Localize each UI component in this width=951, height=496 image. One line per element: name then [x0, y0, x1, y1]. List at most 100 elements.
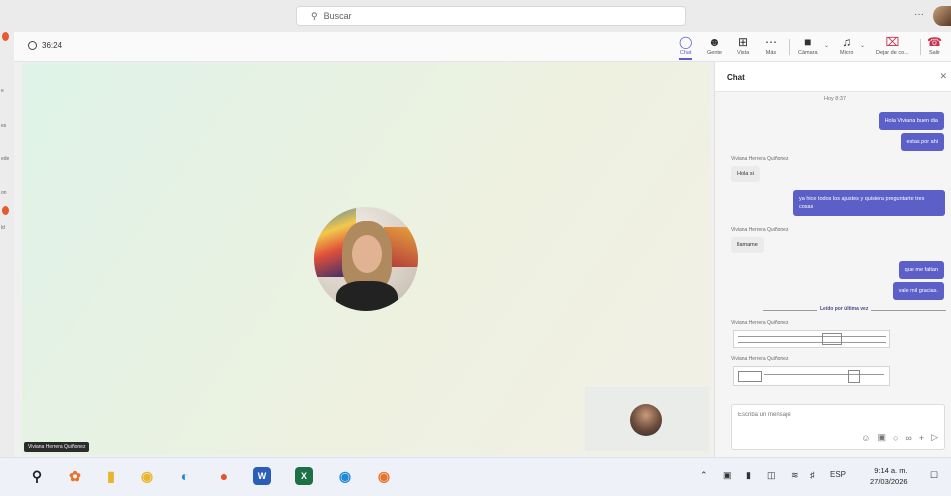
search-placeholder: Buscar — [323, 11, 352, 21]
firefox-icon[interactable]: ● — [213, 465, 235, 487]
chat-message-received[interactable]: Hola si — [731, 166, 760, 182]
emoji-icon[interactable]: ☺ — [861, 433, 870, 443]
chat-header: Chat ✕ — [715, 62, 951, 92]
view-grid-icon: ⊞ — [738, 35, 749, 49]
chat-icon: ◯ — [679, 35, 693, 49]
tray-wifi-icon[interactable]: ≋ — [791, 470, 799, 481]
app-indicator-icon — [2, 206, 9, 215]
more-button[interactable]: ⋯ Más — [765, 35, 777, 56]
word-icon[interactable]: W — [253, 467, 271, 485]
chat-sender-name: Viviana Herrera Quiñonez — [731, 356, 789, 362]
camera-button[interactable]: ■ Cámara — [798, 35, 818, 56]
chat-message-sent[interactable]: ya hice todos los ajustes y quisiera pre… — [793, 190, 945, 216]
left-strip-item[interactable]: e — [1, 88, 4, 94]
clock-date: 27/03/2026 — [870, 477, 908, 486]
more-options-button[interactable]: ··· — [914, 9, 924, 20]
hang-up-icon: ☎ — [927, 35, 942, 49]
left-strip-item[interactable]: ld — [1, 225, 5, 231]
toolbar-divider — [920, 39, 921, 55]
people-button[interactable]: ☻ Gente — [707, 35, 722, 56]
tray-app-icon[interactable]: ▣ — [723, 470, 732, 481]
chat-message-received[interactable]: llamame — [731, 237, 764, 253]
compose-toolbar: ☺ ▣ ○ ∞ + ▷ — [861, 432, 938, 443]
app-indicator-icon — [2, 32, 9, 41]
copilot-icon[interactable]: ✿ — [64, 465, 86, 487]
edge-icon[interactable]: ◐ — [174, 465, 196, 487]
chat-panel: Chat ✕ Hoy 8:37 Hola Viviana buen dia es… — [714, 62, 951, 457]
chrome-icon[interactable]: ◉ — [136, 465, 158, 487]
search-icon: ⚲ — [311, 10, 318, 21]
mic-options-chevron-icon[interactable]: ⌄ — [860, 42, 865, 49]
excel-icon[interactable]: X — [295, 467, 313, 485]
search-icon[interactable]: ⚲ — [26, 465, 48, 487]
chrome-profile-icon[interactable]: ◉ — [334, 465, 356, 487]
stop-share-icon: ⌧ — [885, 35, 900, 49]
camera-icon: ■ — [804, 35, 812, 49]
tray-language[interactable]: ESP — [830, 470, 846, 479]
tray-chevron-icon[interactable]: ⌃ — [700, 470, 708, 481]
chat-attachment-image[interactable] — [733, 330, 890, 348]
gif-icon[interactable]: ▣ — [877, 432, 886, 443]
left-strip-item[interactable]: ede — [1, 156, 9, 162]
chat-message-sent[interactable]: que me faltan — [898, 261, 944, 279]
chat-day-stamp: Hoy 8:37 — [824, 96, 847, 102]
windows-taskbar: ⚲ ✿ ▮ ◉ ◐ ● W X ◉ ◉ ⌃ ▣ ▮ ◫ ≋ ♯ ESP 9:14… — [0, 457, 951, 496]
search-box[interactable]: ⚲ Buscar — [296, 6, 686, 26]
leave-button[interactable]: ☎ Salir — [927, 35, 942, 56]
chat-sender-name: Viviana Herrera Quiñonez — [731, 156, 789, 162]
meeting-toolbar: 36:24 ◯ Chat ☻ Gente ⊞ Vista ⋯ Más ■ Cám… — [14, 32, 951, 62]
view-button[interactable]: ⊞ Vista — [737, 35, 749, 56]
clock-time: 9:14 a. m. — [874, 466, 908, 475]
self-view-video[interactable] — [585, 387, 709, 451]
title-bar: ⚲ Buscar ··· — [0, 0, 951, 32]
chat-title: Chat — [727, 73, 745, 82]
chat-button[interactable]: ◯ Chat — [679, 35, 693, 60]
close-icon[interactable]: ✕ — [939, 71, 947, 82]
read-receipt-label: Leído por última vez — [817, 306, 872, 312]
chat-attachment-image[interactable] — [733, 366, 890, 386]
mic-button-label: Micro — [840, 50, 854, 56]
leave-button-label: Salir — [928, 50, 940, 56]
chat-sender-name: Viviana Herrera Quiñonez — [731, 320, 789, 326]
chat-sender-name: Viviana Herrera Quiñonez — [731, 227, 789, 233]
chrome-alt-icon[interactable]: ◉ — [373, 465, 395, 487]
camera-options-chevron-icon[interactable]: ⌄ — [824, 42, 829, 49]
view-button-label: Vista — [737, 50, 750, 56]
camera-button-label: Cámara — [798, 50, 818, 56]
self-avatar — [630, 404, 662, 436]
send-icon[interactable]: ▷ — [931, 432, 938, 443]
stop-sharing-label: Dejar de co... — [876, 50, 909, 56]
left-strip-item[interactable]: es — [1, 123, 6, 129]
microphone-icon: ♫ — [842, 35, 852, 49]
tray-volume-icon[interactable]: ♯ — [810, 470, 815, 480]
tray-battery-icon[interactable]: ◫ — [767, 470, 776, 481]
participant-name-tag: Viviana Herrera Quiñonez — [24, 442, 90, 452]
more-button-label: Más — [765, 50, 777, 56]
chat-message-sent[interactable]: vale mil gracias. — [892, 282, 944, 300]
toolbar-divider — [789, 39, 790, 55]
message-compose-box[interactable]: ☺ ▣ ○ ∞ + ▷ — [731, 404, 945, 450]
chat-message-sent[interactable]: Hola Viviana buen dia — [878, 112, 944, 130]
timer-text: 36:24 — [42, 41, 63, 50]
chat-message-sent[interactable]: estas por ahi — [900, 133, 944, 151]
file-explorer-icon[interactable]: ▮ — [100, 465, 122, 487]
tray-meeting-icon[interactable]: ▮ — [746, 470, 751, 481]
left-strip-item[interactable]: on — [1, 190, 7, 196]
ellipsis-icon: ⋯ — [765, 35, 777, 49]
people-button-label: Gente — [707, 50, 722, 56]
timer-icon — [28, 41, 37, 50]
attach-icon[interactable]: ∞ — [905, 433, 911, 443]
sticker-icon[interactable]: ○ — [893, 433, 898, 443]
stop-sharing-button[interactable]: ⌧ Dejar de co... — [876, 35, 909, 56]
user-avatar[interactable] — [933, 6, 951, 26]
left-app-strip: e es ede on ld — [0, 32, 14, 457]
chat-button-label: Chat — [679, 50, 692, 56]
people-icon: ☻ — [708, 35, 721, 49]
message-input[interactable] — [738, 409, 918, 421]
meeting-timer: 36:24 — [28, 41, 62, 50]
participant-avatar[interactable] — [314, 207, 418, 311]
plus-icon[interactable]: + — [919, 433, 924, 443]
mic-button[interactable]: ♫ Micro — [840, 35, 853, 56]
notifications-icon[interactable]: ☐ — [930, 470, 938, 481]
system-clock[interactable]: 9:14 a. m. 27/03/2026 — [870, 465, 908, 487]
